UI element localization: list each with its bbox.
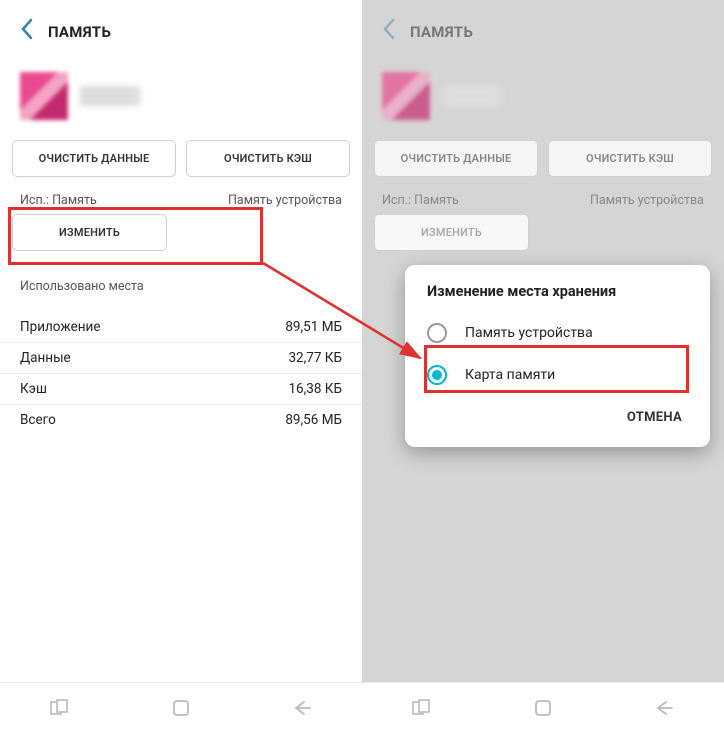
storage-location-label: Память устройства (590, 193, 704, 208)
action-buttons-row: ОЧИСТИТЬ ДАННЫЕ ОЧИСТИТЬ КЭШ (362, 132, 724, 185)
dialog-title: Изменение места хранения (405, 265, 710, 312)
storage-location-label: Память устройства (228, 193, 342, 208)
change-button-wrap: ИЗМЕНИТЬ (362, 214, 724, 259)
back-icon[interactable] (382, 18, 396, 46)
header: ПАМЯТЬ (362, 0, 724, 64)
app-icon (382, 72, 430, 120)
item-value: 16,38 КБ (288, 381, 342, 397)
used-space-label: Использовано места (0, 259, 362, 302)
clear-cache-button[interactable]: ОЧИСТИТЬ КЭШ (186, 140, 350, 177)
back-nav-icon[interactable] (653, 697, 675, 719)
usage-list: Приложение 89,51 МБ Данные 32,77 КБ Кэш … (0, 302, 362, 445)
home-icon[interactable] (532, 697, 554, 719)
item-value: 32,77 КБ (288, 350, 342, 366)
app-name-blurred (442, 86, 502, 106)
page-title: ПАМЯТЬ (48, 23, 111, 41)
item-label: Приложение (20, 319, 100, 335)
item-value: 89,51 МБ (285, 319, 342, 335)
back-icon[interactable] (20, 18, 34, 46)
list-item: Всего 89,56 МБ (0, 405, 362, 435)
item-label: Данные (20, 350, 71, 366)
recent-apps-icon[interactable] (411, 697, 433, 719)
app-info-row (0, 64, 362, 132)
item-label: Кэш (20, 381, 47, 397)
dialog-cancel-button[interactable]: ОТМЕНА (617, 404, 692, 431)
app-icon (20, 72, 68, 120)
storage-info-row: Исп.: Память Память устройства (362, 185, 724, 214)
radio-checked-icon (427, 365, 447, 385)
clear-cache-button[interactable]: ОЧИСТИТЬ КЭШ (548, 140, 712, 177)
radio-unchecked-icon (427, 323, 447, 343)
dialog-actions: ОТМЕНА (405, 396, 710, 443)
screen-left: ПАМЯТЬ ОЧИСТИТЬ ДАННЫЕ ОЧИСТИТЬ КЭШ Исп.… (0, 0, 362, 737)
list-item: Кэш 16,38 КБ (0, 374, 362, 405)
option-label: Карта памяти (465, 367, 555, 383)
action-buttons-row: ОЧИСТИТЬ ДАННЫЕ ОЧИСТИТЬ КЭШ (0, 132, 362, 185)
option-label: Память устройства (465, 325, 593, 341)
app-name-blurred (80, 86, 140, 106)
back-nav-icon[interactable] (291, 697, 313, 719)
nav-bar (362, 682, 724, 737)
header: ПАМЯТЬ (0, 0, 362, 64)
used-memory-label: Исп.: Память (382, 193, 459, 208)
clear-data-button[interactable]: ОЧИСТИТЬ ДАННЫЕ (374, 140, 538, 177)
recent-apps-icon[interactable] (49, 697, 71, 719)
list-item: Приложение 89,51 МБ (0, 312, 362, 343)
page-title: ПАМЯТЬ (410, 23, 473, 41)
storage-dialog: Изменение места хранения Память устройст… (405, 265, 710, 447)
list-item: Данные 32,77 КБ (0, 343, 362, 374)
nav-bar (0, 682, 362, 737)
app-info-row (362, 64, 724, 132)
storage-info-row: Исп.: Память Память устройства (0, 185, 362, 214)
change-button[interactable]: ИЗМЕНИТЬ (12, 214, 167, 251)
dialog-option-sdcard[interactable]: Карта памяти (405, 354, 710, 396)
item-label: Всего (20, 412, 56, 428)
change-button[interactable]: ИЗМЕНИТЬ (374, 214, 529, 251)
home-icon[interactable] (170, 697, 192, 719)
used-memory-label: Исп.: Память (20, 193, 97, 208)
clear-data-button[interactable]: ОЧИСТИТЬ ДАННЫЕ (12, 140, 176, 177)
dialog-option-device[interactable]: Память устройства (405, 312, 710, 354)
change-button-wrap: ИЗМЕНИТЬ (0, 214, 362, 259)
item-value: 89,56 МБ (285, 412, 342, 428)
